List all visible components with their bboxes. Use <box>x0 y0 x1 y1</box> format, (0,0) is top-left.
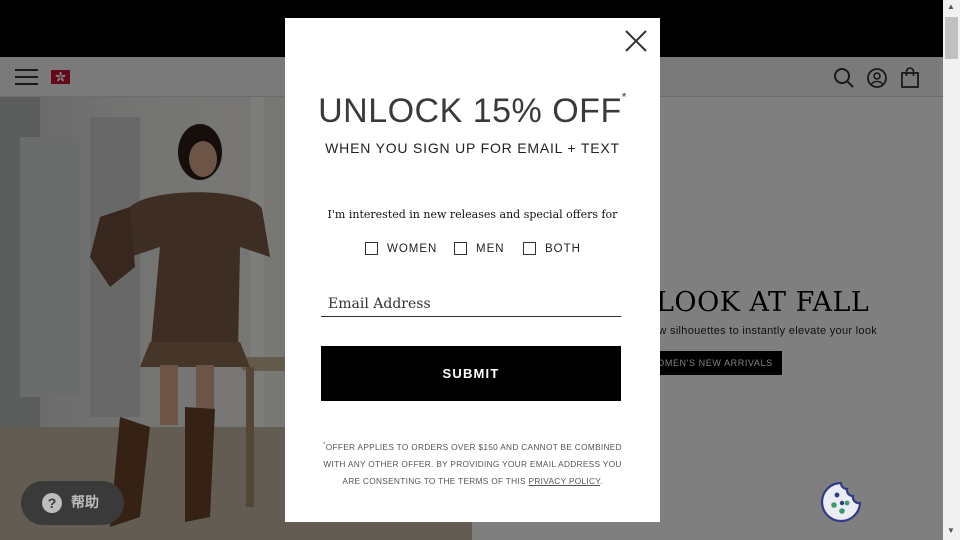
help-button[interactable]: ? 帮助 <box>21 481 124 525</box>
checkbox-both[interactable]: BOTH <box>523 242 583 256</box>
checkbox-women[interactable]: WOMEN <box>365 242 440 256</box>
privacy-policy-link[interactable]: PRIVACY POLICY <box>529 476 601 486</box>
scroll-up-arrow-icon[interactable]: ▲ <box>947 3 955 11</box>
submit-button[interactable]: SUBMIT <box>321 346 621 401</box>
cookie-settings-icon[interactable] <box>820 481 862 523</box>
email-input[interactable] <box>321 291 621 317</box>
checkbox-both-label: BOTH <box>545 243 581 255</box>
page-scrollbar[interactable]: ▲ ▼ <box>943 0 960 540</box>
modal-title-mark: * <box>621 90 627 104</box>
email-signup-modal: UNLOCK 15% OFF* WHEN YOU SIGN UP FOR EMA… <box>285 18 660 522</box>
checkbox-both-box[interactable] <box>523 242 536 255</box>
checkbox-men-box[interactable] <box>454 242 467 255</box>
help-question-icon: ? <box>42 493 62 513</box>
help-label: 帮助 <box>71 495 99 511</box>
checkbox-women-label: WOMEN <box>387 243 438 255</box>
scrollbar-thumb[interactable] <box>945 17 958 59</box>
modal-subtitle: WHEN YOU SIGN UP FOR EMAIL + TEXT <box>325 140 620 156</box>
modal-title: UNLOCK 15% OFF* <box>318 90 627 130</box>
scroll-down-arrow-icon[interactable]: ▼ <box>947 527 955 535</box>
checkbox-men-label: MEN <box>476 243 505 255</box>
checkbox-men[interactable]: MEN <box>454 242 509 256</box>
interest-prompt: I'm interested in new releases and speci… <box>327 208 618 221</box>
checkbox-women-box[interactable] <box>365 242 378 255</box>
close-icon[interactable] <box>624 29 648 53</box>
offer-disclaimer: *OFFER APPLIES TO ORDERS OVER $150 AND C… <box>323 441 622 486</box>
